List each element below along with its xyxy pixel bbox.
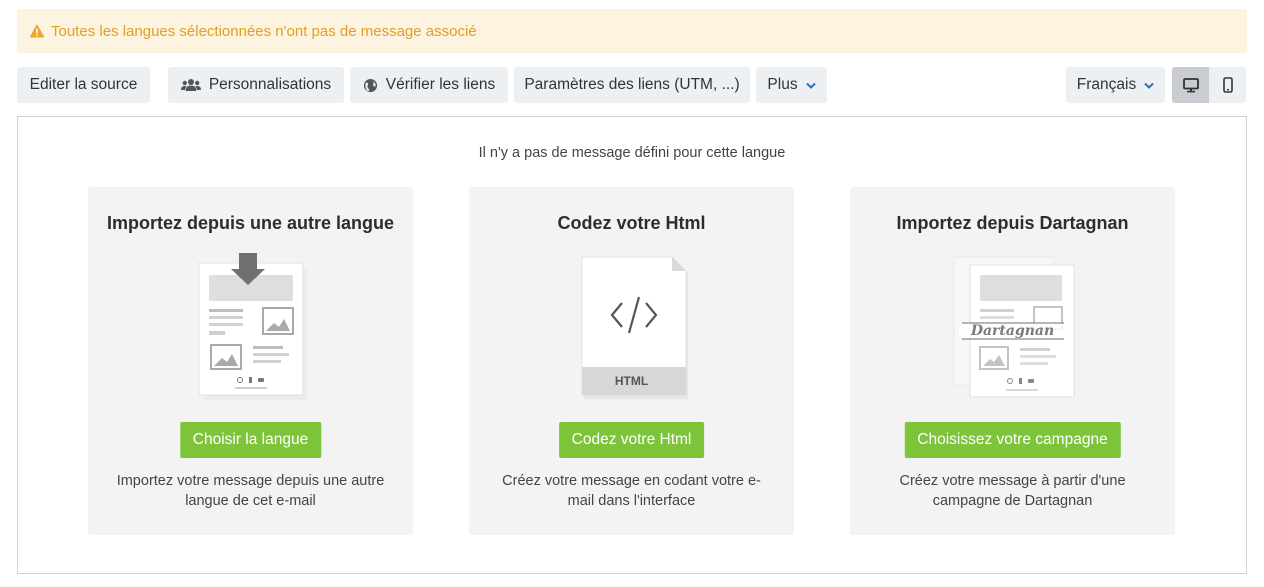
import-template-illustration	[88, 253, 413, 401]
html-file-illustration: HTML	[469, 253, 794, 401]
empty-message: Il n'y a pas de message défini pour cett…	[478, 145, 786, 161]
card-description: Créez votre message à partir d'une campa…	[899, 473, 1126, 509]
mobile-icon	[1222, 77, 1233, 93]
users-icon	[180, 79, 201, 91]
personalizations-label: Personnalisations	[208, 76, 332, 93]
dartagnan-template-illustration: Dartagnan	[850, 253, 1175, 401]
check-links-label: Vérifier les liens	[385, 76, 496, 93]
mobile-view-button[interactable]	[1209, 67, 1246, 103]
card-description: Importez votre message depuis une autre …	[116, 473, 385, 509]
alert-text: Toutes les langues sélectionnées n'ont p…	[51, 22, 477, 40]
chevron-down-icon	[805, 82, 816, 89]
code-html-button[interactable]: Codez votre Html	[558, 422, 705, 458]
card-title: Codez votre Html	[557, 213, 706, 233]
desktop-view-button[interactable]	[1172, 67, 1209, 103]
warning-alert: Toutes les langues sélectionnées n'ont p…	[17, 9, 1247, 53]
choose-language-button[interactable]: Choisir la langue	[179, 422, 322, 458]
more-label: Plus	[767, 76, 798, 93]
more-dropdown[interactable]: Plus	[756, 67, 827, 103]
personalizations-button[interactable]: Personnalisations	[168, 67, 344, 103]
language-label: Français	[1076, 76, 1137, 93]
edit-source-button[interactable]: Editer la source	[17, 67, 150, 103]
check-links-button[interactable]: Vérifier les liens	[350, 67, 508, 103]
card-description: Créez votre message en codant votre e-ma…	[502, 473, 761, 509]
dartagnan-logo-text: Dartagnan	[970, 323, 1055, 339]
language-dropdown[interactable]: Français	[1066, 67, 1165, 103]
globe-icon	[363, 78, 377, 92]
desktop-icon	[1182, 77, 1199, 92]
import-dartagnan-card: Importez depuis Dartagnan Dartagnan Choi…	[850, 187, 1175, 535]
card-title: Importez depuis Dartagnan	[896, 213, 1129, 233]
import-language-card: Importez depuis une autre langue Choisir…	[88, 187, 413, 535]
link-params-button[interactable]: Paramètres des liens (UTM, ...)	[514, 67, 750, 103]
message-panel: Il n'y a pas de message défini pour cett…	[17, 116, 1247, 574]
choose-campaign-button[interactable]: Choisissez votre campagne	[904, 422, 1121, 458]
link-params-label: Paramètres des liens (UTM, ...)	[524, 76, 740, 93]
edit-source-label: Editer la source	[29, 76, 138, 93]
device-toggle	[1172, 67, 1246, 103]
card-title: Importez depuis une autre langue	[106, 213, 395, 233]
code-html-card: Codez votre Html HTML Codez votre Html C…	[469, 187, 794, 535]
chevron-down-icon	[1144, 82, 1154, 89]
html-file-label: HTML	[614, 374, 649, 388]
warning-icon	[29, 24, 45, 38]
